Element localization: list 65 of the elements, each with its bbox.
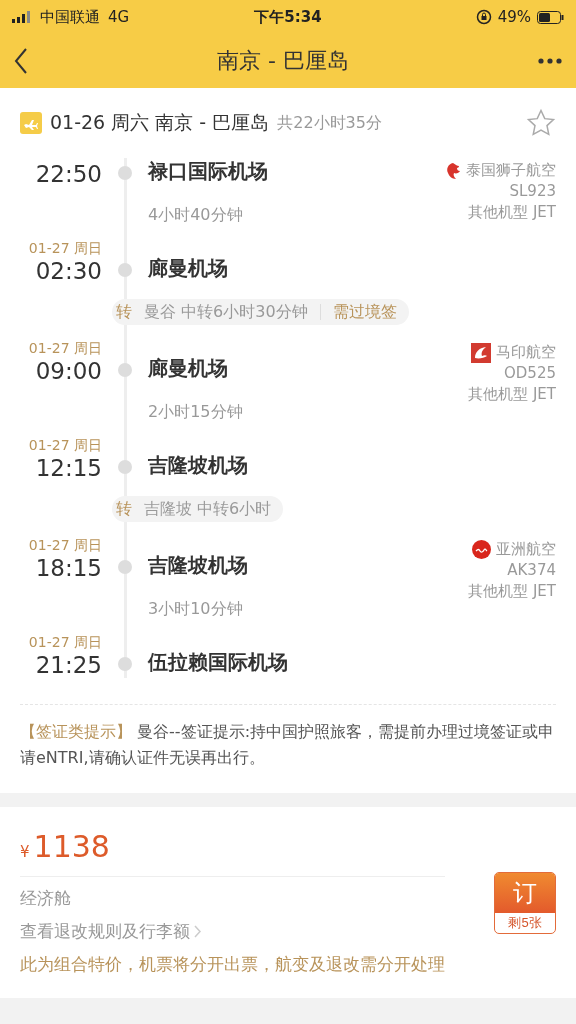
total-duration: 共22小时35分 — [277, 112, 382, 134]
aircraft-type: 其他机型 JET — [468, 384, 556, 405]
flight-duration: 3小时10分钟 — [148, 599, 243, 618]
timeline-dot — [118, 657, 132, 671]
airport-name: 廊曼机场 — [148, 355, 228, 382]
timeline-dot — [118, 166, 132, 180]
airline-name: 泰国狮子航空 — [466, 160, 556, 181]
airport-name: 吉隆坡机场 — [148, 452, 248, 479]
airport-name: 廊曼机场 — [148, 255, 228, 282]
time-label: 02:30 — [35, 258, 102, 284]
time-label: 12:15 — [35, 455, 102, 481]
aircraft-type: 其他机型 JET — [468, 581, 556, 602]
airport-name: 吉隆坡机场 — [148, 552, 248, 579]
time-label: 22:50 — [35, 161, 102, 187]
airline-name: 亚洲航空 — [496, 539, 556, 560]
flight-duration: 2小时15分钟 — [148, 402, 243, 421]
back-icon[interactable] — [14, 48, 28, 74]
time-label: 21:25 — [35, 652, 102, 678]
date-label: 01-27 周日 — [28, 340, 102, 358]
time-label: 09:00 — [35, 358, 102, 384]
more-icon[interactable] — [538, 58, 562, 64]
date-label: 01-27 周日 — [28, 634, 102, 652]
flight-number: AK374 — [507, 560, 556, 581]
airline-logo-icon — [472, 540, 491, 559]
price-amount: 1138 — [33, 829, 110, 864]
battery-icon — [537, 10, 564, 24]
airline-logo-icon — [445, 161, 461, 180]
combo-notice: 此为组合特价，机票将分开出票，航变及退改需分开处理 — [20, 953, 445, 976]
date-label: 01-27 周日 — [28, 240, 102, 258]
timeline-dot — [118, 363, 132, 377]
timeline-dot — [118, 560, 132, 574]
flight-number: SL923 — [509, 181, 556, 202]
network-type: 4G — [108, 8, 130, 26]
timeline-dot — [118, 263, 132, 277]
date-label: 01-27 周日 — [28, 437, 102, 455]
currency-symbol: ¥ — [20, 843, 30, 861]
flight-duration: 4小时40分钟 — [148, 205, 243, 224]
carrier-name: 中国联通 — [40, 7, 100, 27]
clock-time: 下午5:34 — [254, 7, 322, 26]
airport-name: 禄口国际机场 — [148, 158, 268, 185]
transfer-mark: 转 — [116, 498, 132, 520]
transfer-info: 吉隆坡 中转6小时 — [144, 498, 272, 520]
signal-icon — [12, 11, 32, 23]
page-title: 南京 - 巴厘岛 — [216, 47, 350, 75]
airport-name: 伍拉赖国际机场 — [148, 649, 288, 676]
plane-icon — [20, 112, 42, 134]
chevron-right-icon — [194, 925, 202, 938]
timeline-dot — [118, 460, 132, 474]
visa-note: 【签证类提示】 曼谷--签证提示:持中国护照旅客，需提前办理过境签证或申请eNTRI,请确认证件无误再出行。 — [20, 704, 556, 771]
flight-number: OD525 — [504, 363, 556, 384]
visa-required: 需过境签 — [332, 301, 397, 323]
time-label: 18:15 — [35, 555, 102, 581]
date-label: 01-27 周日 — [28, 537, 102, 555]
transfer-mark: 转 — [116, 301, 132, 323]
star-icon[interactable] — [526, 108, 556, 138]
trip-route: 01-26 周六 南京 - 巴厘岛 — [50, 110, 270, 135]
cabin-class: 经济舱 — [20, 887, 71, 910]
transfer-info: 曼谷 中转6小时30分钟 — [144, 301, 308, 323]
airline-logo-icon — [471, 342, 491, 363]
battery-percent: 49% — [497, 8, 531, 26]
aircraft-type: 其他机型 JET — [468, 202, 556, 223]
airline-name: 马印航空 — [496, 342, 556, 363]
rotation-lock-icon — [475, 9, 492, 25]
book-button[interactable]: 订 剩5张 — [494, 871, 556, 934]
rules-link[interactable]: 查看退改规则及行李额 — [20, 920, 202, 943]
